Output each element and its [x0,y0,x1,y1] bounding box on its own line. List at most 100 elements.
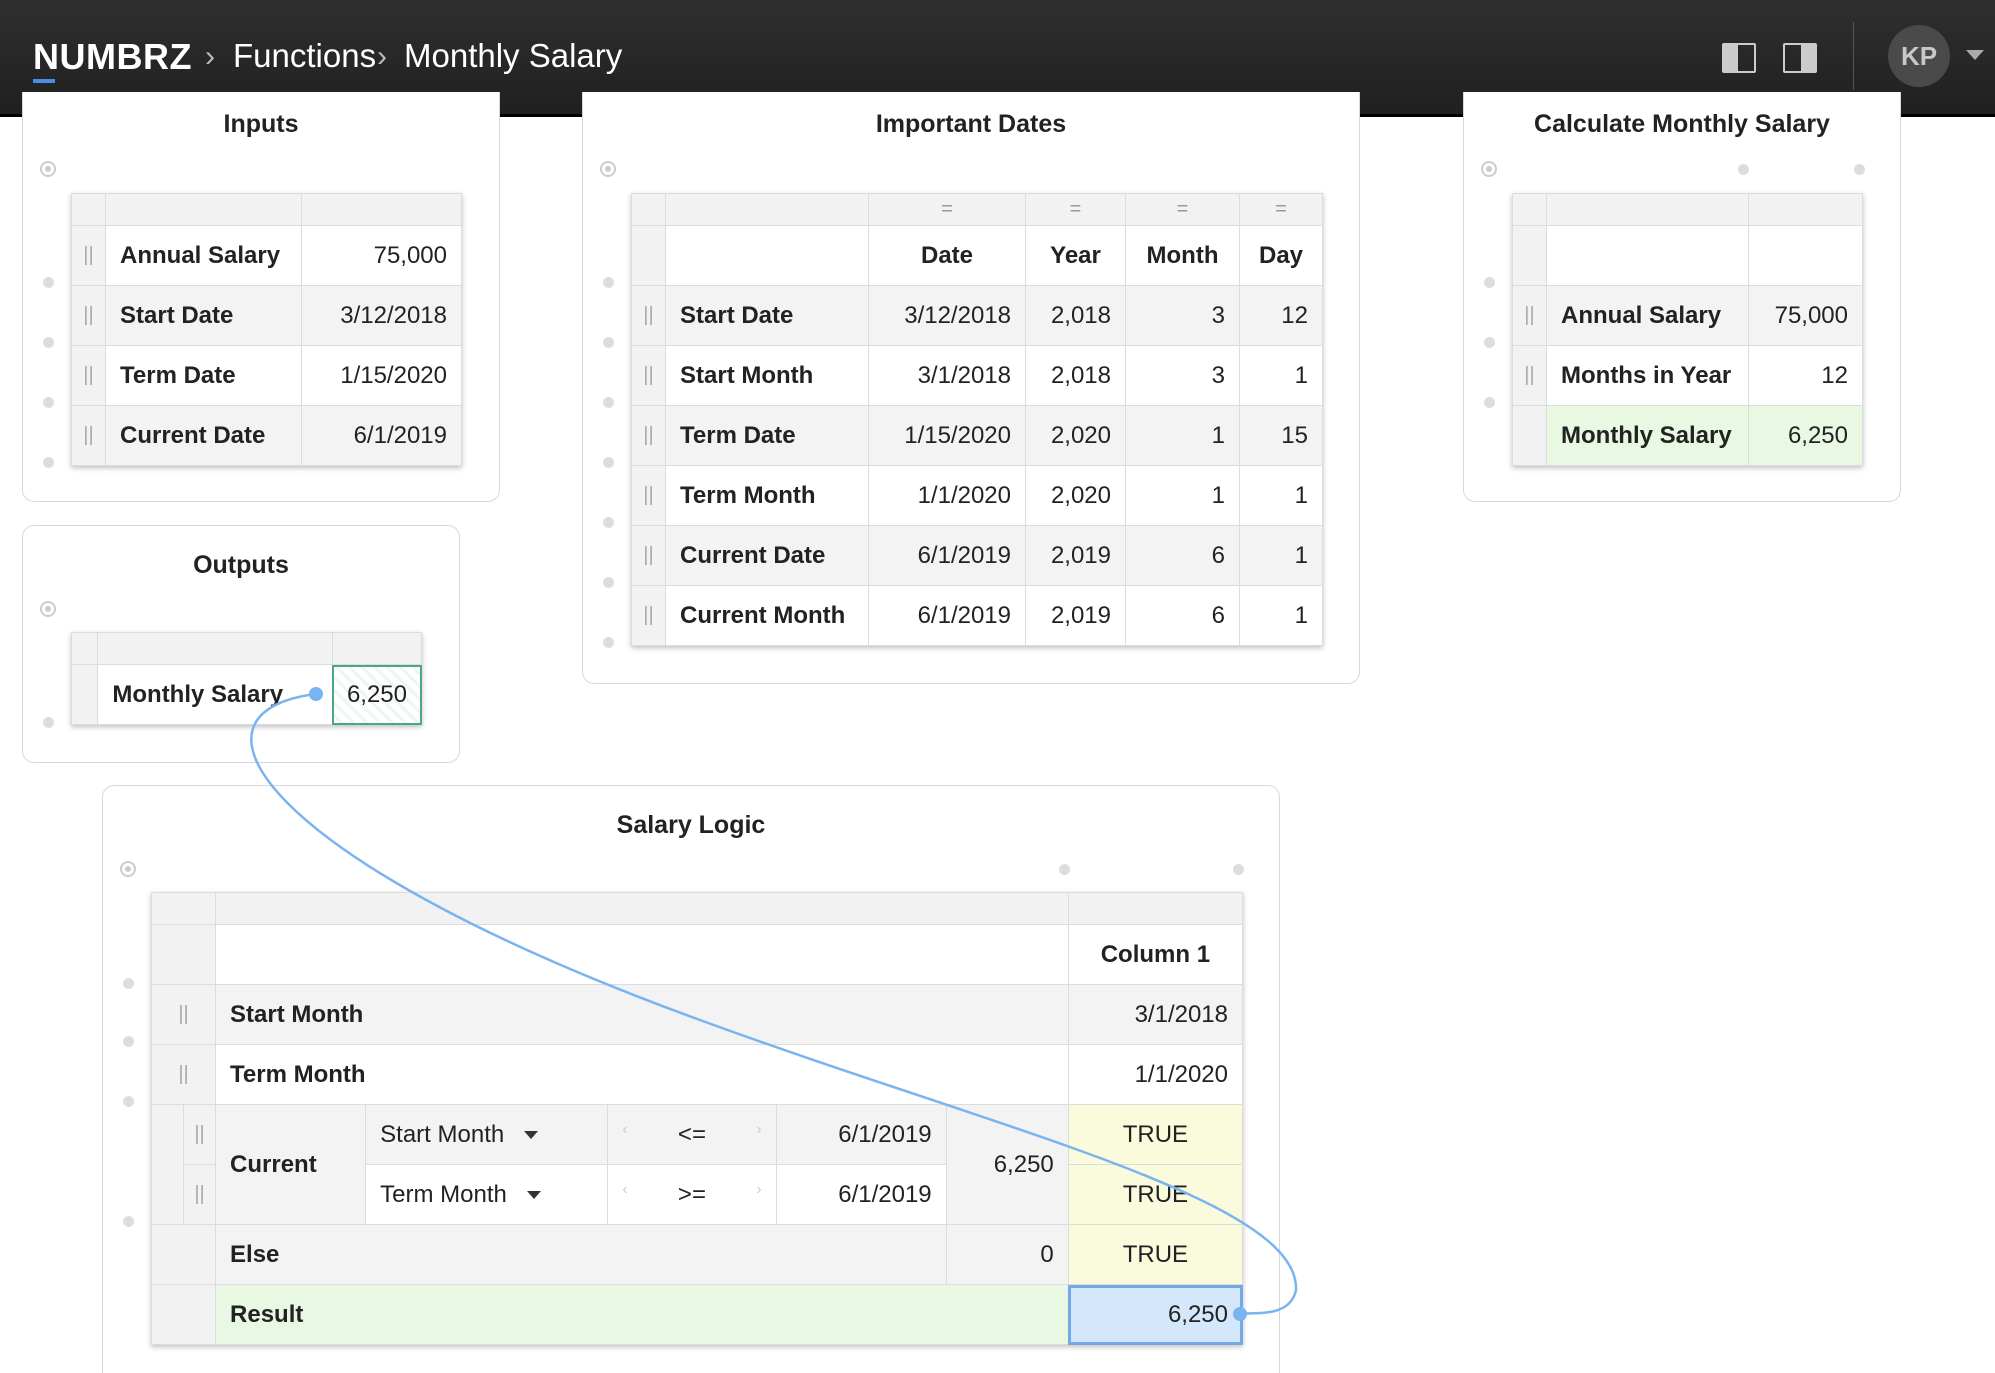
table-cell[interactable]: 0 [945,1224,1069,1285]
table-cell[interactable]: 2,020 [1025,405,1126,466]
table-cell[interactable]: Start Date [105,285,302,346]
drag-handle-icon[interactable]: || [71,405,106,466]
table-cell[interactable]: 15 [1239,405,1323,466]
drag-handle-icon[interactable]: || [631,525,666,586]
table-cell[interactable]: 6/1/2019 [775,1104,947,1165]
drag-handle-icon[interactable]: || [150,984,217,1045]
row-dot[interactable] [123,1096,134,1107]
avatar[interactable]: KP [1888,25,1950,87]
table-cell[interactable]: 3/1/2018 [1067,984,1244,1045]
table-cell[interactable]: 6/1/2019 [868,525,1026,586]
table-cell[interactable]: Monthly Salary [97,664,333,725]
column-header[interactable]: Month [1125,225,1240,286]
column-formula-icon[interactable]: = [868,193,1026,226]
table-cell[interactable]: 2,018 [1025,345,1126,406]
row-dot[interactable] [43,457,54,468]
table-cell[interactable]: Start Month [215,984,1069,1045]
table-cell[interactable]: Start Date [665,285,869,346]
field-dropdown[interactable]: Term Month [365,1164,609,1225]
table-cell[interactable]: 1/15/2020 [868,405,1026,466]
column-formula-icon[interactable]: = [1025,193,1126,226]
drag-handle-icon[interactable]: || [1512,345,1547,406]
row-dot[interactable] [1484,337,1495,348]
chevron-down-icon[interactable] [1966,50,1984,60]
drag-handle-icon[interactable]: || [631,285,666,346]
table-cell[interactable]: 2,019 [1025,585,1126,646]
brand-logo[interactable]: NUMBRZ [33,36,192,78]
layout-right-panel-icon[interactable] [1783,43,1817,73]
drag-handle-icon[interactable]: || [183,1104,217,1165]
table-cell[interactable]: 1/1/2020 [868,465,1026,526]
chevron-right-icon[interactable]: › [756,1121,761,1139]
row-dot[interactable] [603,277,614,288]
table-cell[interactable]: 6/1/2019 [301,405,462,466]
drag-handle-icon[interactable]: || [150,1044,217,1105]
table-cell[interactable]: 3/12/2018 [868,285,1026,346]
table-cell[interactable]: 1/15/2020 [301,345,462,406]
table-cell[interactable]: 2,019 [1025,525,1126,586]
column-dot[interactable] [1059,864,1070,875]
table-cell[interactable]: 12 [1748,345,1863,406]
table-cell[interactable]: Months in Year [1546,345,1749,406]
row-dot[interactable] [603,337,614,348]
table-cell[interactable]: 6 [1125,525,1240,586]
table-cell[interactable]: 6,250 [1748,405,1863,466]
table-cell[interactable]: 3/12/2018 [301,285,462,346]
row-dot[interactable] [603,637,614,648]
row-dot[interactable] [43,717,54,728]
connector-handle-icon[interactable] [40,601,56,617]
table-cell[interactable]: TRUE [1067,1104,1244,1165]
table-cell[interactable]: 1 [1125,465,1240,526]
table-cell[interactable]: 75,000 [301,225,462,286]
table-cell[interactable]: Annual Salary [1546,285,1749,346]
table-cell[interactable]: 6/1/2019 [775,1164,947,1225]
operator-stepper[interactable]: ‹ <= › [607,1104,777,1165]
table-cell[interactable]: 1 [1239,525,1323,586]
connector-handle-icon[interactable] [120,861,136,877]
column-dot[interactable] [1738,164,1749,175]
table-cell[interactable]: 3/1/2018 [868,345,1026,406]
drag-handle-icon[interactable]: || [631,585,666,646]
column-dot[interactable] [1233,864,1244,875]
table-cell[interactable]: 6 [1125,585,1240,646]
chevron-right-icon[interactable]: › [756,1181,761,1199]
column-dot[interactable] [1854,164,1865,175]
row-dot[interactable] [123,1216,134,1227]
row-dot[interactable] [603,397,614,408]
table-cell[interactable]: 6,250 [945,1104,1069,1225]
drag-handle-icon[interactable]: || [1512,285,1547,346]
drag-handle-icon[interactable]: || [631,405,666,466]
table-cell[interactable]: 1/1/2020 [1067,1044,1244,1105]
table-cell[interactable]: 3 [1125,345,1240,406]
row-dot[interactable] [43,277,54,288]
table-cell[interactable]: Term Month [665,465,869,526]
table-cell[interactable]: 2,018 [1025,285,1126,346]
table-cell[interactable]: 1 [1125,405,1240,466]
table-cell[interactable]: Else [215,1224,947,1285]
selected-output-cell[interactable]: 6,250 [331,664,423,725]
row-dot[interactable] [603,457,614,468]
table-cell[interactable]: 1 [1239,585,1323,646]
column-formula-icon[interactable]: = [1239,193,1323,226]
drag-handle-icon[interactable]: || [71,345,106,406]
table-cell[interactable]: 6/1/2019 [868,585,1026,646]
column-formula-icon[interactable]: = [1125,193,1240,226]
table-cell[interactable]: Result [215,1284,1069,1345]
selected-result-cell[interactable]: 6,250 [1067,1284,1244,1345]
table-cell[interactable]: Term Date [105,345,302,406]
row-dot[interactable] [43,397,54,408]
column-header[interactable]: Date [868,225,1026,286]
table-cell[interactable]: 1 [1239,345,1323,406]
row-dot[interactable] [1484,277,1495,288]
connector-handle-icon[interactable] [600,161,616,177]
drag-handle-icon[interactable]: || [71,285,106,346]
chevron-left-icon[interactable]: ‹ [622,1181,627,1199]
row-dot[interactable] [43,337,54,348]
connector-handle-icon[interactable] [40,161,56,177]
table-cell[interactable]: Start Month [665,345,869,406]
table-cell[interactable]: TRUE [1067,1164,1244,1225]
table-cell[interactable]: Current Date [105,405,302,466]
operator-stepper[interactable]: ‹ >= › [607,1164,777,1225]
chevron-left-icon[interactable]: ‹ [622,1121,627,1139]
table-cell[interactable]: Current [215,1104,367,1225]
